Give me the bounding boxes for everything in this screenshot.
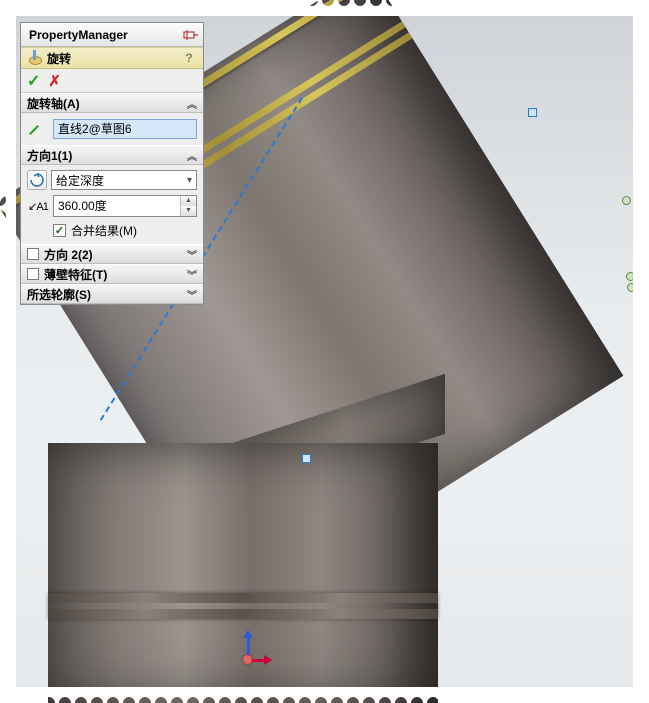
dir2-enable-checkbox[interactable] — [27, 248, 39, 260]
sketch-handle[interactable] — [528, 108, 537, 117]
dir2-group-label: 方向 2(2) — [44, 246, 93, 263]
contours-group-label: 所选轮廓(S) — [27, 286, 91, 303]
end-condition-value: 给定深度 — [56, 172, 104, 189]
dir2-group-header[interactable]: 方向 2(2) ︾ — [21, 244, 203, 264]
dir1-group-header[interactable]: 方向1(1) ︽ — [21, 145, 203, 165]
axis-group-label: 旋转轴(A) — [27, 95, 80, 112]
axis-group-body: 直线2@草图6 — [21, 113, 203, 145]
reverse-direction-button[interactable] — [27, 170, 47, 190]
triad-origin — [243, 655, 252, 664]
pm-titlebar: PropertyManager — [21, 23, 203, 47]
axis-group-header[interactable]: 旋转轴(A) ︽ — [21, 93, 203, 113]
chevron-down-icon: ︾ — [187, 247, 197, 262]
drag-handle[interactable] — [626, 272, 635, 281]
axis-selection-field[interactable]: 直线2@草图6 — [53, 119, 197, 139]
chevron-down-icon: ︾ — [187, 267, 197, 282]
chevron-up-icon: ︽ — [187, 148, 197, 163]
angle-value[interactable]: 360.00度 — [54, 196, 180, 216]
help-button[interactable]: ? — [181, 50, 197, 66]
pin-icon[interactable] — [183, 28, 199, 42]
sketch-handle[interactable] — [302, 454, 311, 463]
revolve-icon — [27, 50, 43, 66]
model-pipe-lower — [48, 443, 438, 703]
pm-title: PropertyManager — [29, 28, 183, 42]
merge-result-row[interactable]: ✓ 合并结果(M) — [53, 222, 197, 239]
thin-group-label: 薄壁特征(T) — [44, 266, 107, 283]
end-condition-combo[interactable]: 给定深度 — [51, 170, 197, 190]
feature-header: 旋转 ? — [21, 47, 203, 69]
dir1-group-label: 方向1(1) — [27, 147, 72, 164]
ok-button[interactable]: ✓ — [27, 71, 40, 91]
merge-label: 合并结果(M) — [71, 222, 137, 239]
contours-group-header[interactable]: 所选轮廓(S) ︾ — [21, 284, 203, 304]
chevron-down-icon: ︾ — [187, 287, 197, 302]
merge-checkbox[interactable]: ✓ — [53, 224, 66, 237]
angle-icon: ↙A1 — [27, 195, 49, 217]
confirm-row: ✓ ✗ — [21, 69, 203, 93]
angle-spinner[interactable]: 360.00度 ▲▼ — [53, 195, 197, 217]
property-manager-panel: PropertyManager 旋转 ? ✓ ✗ 旋转轴(A) ︽ 直线2@草图… — [20, 22, 204, 305]
thin-enable-checkbox[interactable] — [27, 268, 39, 280]
axis-icon — [27, 118, 49, 140]
drag-handle[interactable] — [622, 196, 631, 205]
dir1-group-body: 给定深度 ↙A1 360.00度 ▲▼ ✓ 合并结果(M) — [21, 165, 203, 244]
chevron-up-icon: ︽ — [187, 96, 197, 111]
drag-handle[interactable] — [627, 283, 636, 292]
spin-up[interactable]: ▲ — [181, 196, 196, 206]
feature-name: 旋转 — [47, 50, 71, 67]
thin-group-header[interactable]: 薄壁特征(T) ︾ — [21, 264, 203, 284]
spin-down[interactable]: ▼ — [181, 206, 196, 216]
cancel-button[interactable]: ✗ — [48, 72, 61, 90]
